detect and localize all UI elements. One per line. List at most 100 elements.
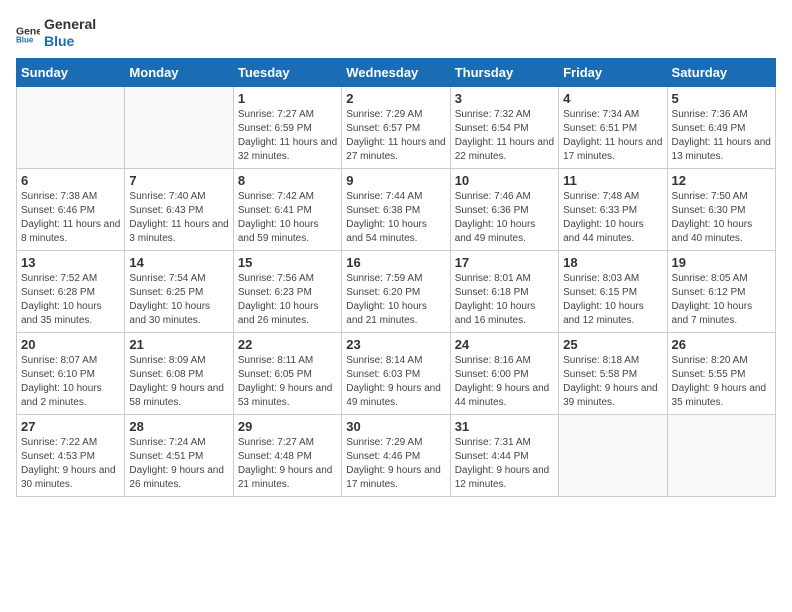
calendar-cell: 12 Sunrise: 7:50 AM Sunset: 6:30 PM Dayli…: [667, 168, 775, 250]
calendar-cell: 29Sunrise: 7:27 AM Sunset: 4:48 PM Dayli…: [233, 414, 341, 496]
svg-text:Blue: Blue: [16, 35, 34, 42]
weekday-header-sunday: Sunday: [17, 58, 125, 86]
calendar-cell: 10 Sunrise: 7:46 AM Sunset: 6:36 PM Dayli…: [450, 168, 558, 250]
day-number: 16: [346, 255, 445, 270]
calendar-cell: 25 Sunrise: 8:18 AM Sunset: 5:58 PM Dayli…: [559, 332, 667, 414]
calendar-week-row: 20 Sunrise: 8:07 AM Sunset: 6:10 PM Dayli…: [17, 332, 776, 414]
day-number: 8: [238, 173, 337, 188]
calendar-cell: 21 Sunrise: 8:09 AM Sunset: 6:08 PM Dayli…: [125, 332, 233, 414]
day-number: 12: [672, 173, 771, 188]
day-info: Sunrise: 7:42 AM Sunset: 6:41 PM Dayligh…: [238, 190, 337, 246]
calendar-cell: 17Sunrise: 8:01 AM Sunset: 6:18 PM Dayli…: [450, 250, 558, 332]
calendar-header-row: SundayMondayTuesdayWednesdayThursdayFrid…: [17, 58, 776, 86]
calendar-cell: 13 Sunrise: 7:52 AM Sunset: 6:28 PM Dayli…: [17, 250, 125, 332]
day-number: 7: [129, 173, 228, 188]
day-number: 31: [455, 419, 554, 434]
day-number: 29: [238, 419, 337, 434]
weekday-header-tuesday: Tuesday: [233, 58, 341, 86]
calendar-cell: 31 Sunrise: 7:31 AM Sunset: 4:44 PM Dayli…: [450, 414, 558, 496]
day-info: Sunrise: 8:03 AM Sunset: 6:15 PM Dayligh…: [563, 272, 662, 328]
calendar-cell: 22 Sunrise: 8:11 AM Sunset: 6:05 PM Dayli…: [233, 332, 341, 414]
day-number: 1: [238, 91, 337, 106]
day-info: Sunrise: 7:56 AM Sunset: 6:23 PM Dayligh…: [238, 272, 337, 328]
calendar-week-row: 13 Sunrise: 7:52 AM Sunset: 6:28 PM Dayli…: [17, 250, 776, 332]
day-number: 17: [455, 255, 554, 270]
day-number: 24: [455, 337, 554, 352]
calendar-cell: 23 Sunrise: 8:14 AM Sunset: 6:03 PM Dayli…: [342, 332, 450, 414]
calendar-cell: 7 Sunrise: 7:40 AM Sunset: 6:43 PM Daylig…: [125, 168, 233, 250]
day-number: 11: [563, 173, 662, 188]
calendar-cell: 30Sunrise: 7:29 AM Sunset: 4:46 PM Dayli…: [342, 414, 450, 496]
day-number: 14: [129, 255, 228, 270]
logo-blue-text: Blue: [44, 33, 96, 50]
day-number: 27: [21, 419, 120, 434]
day-number: 20: [21, 337, 120, 352]
calendar-cell: 24 Sunrise: 8:16 AM Sunset: 6:00 PM Dayli…: [450, 332, 558, 414]
day-number: 25: [563, 337, 662, 352]
day-number: 21: [129, 337, 228, 352]
day-number: 23: [346, 337, 445, 352]
day-number: 26: [672, 337, 771, 352]
day-number: 2: [346, 91, 445, 106]
calendar-cell: 18 Sunrise: 8:03 AM Sunset: 6:15 PM Dayli…: [559, 250, 667, 332]
day-info: Sunrise: 7:46 AM Sunset: 6:36 PM Dayligh…: [455, 190, 554, 246]
calendar-cell: 6 Sunrise: 7:38 AM Sunset: 6:46 PM Daylig…: [17, 168, 125, 250]
day-number: 10: [455, 173, 554, 188]
day-number: 5: [672, 91, 771, 106]
day-info: Sunrise: 8:05 AM Sunset: 6:12 PM Dayligh…: [672, 272, 771, 328]
calendar-cell: 11 Sunrise: 7:48 AM Sunset: 6:33 PM Dayli…: [559, 168, 667, 250]
calendar-cell: 9Sunrise: 7:44 AM Sunset: 6:38 PM Daylig…: [342, 168, 450, 250]
day-info: Sunrise: 8:18 AM Sunset: 5:58 PM Dayligh…: [563, 354, 662, 410]
weekday-header-saturday: Saturday: [667, 58, 775, 86]
day-number: 22: [238, 337, 337, 352]
calendar-week-row: 1 Sunrise: 7:27 AM Sunset: 6:59 PM Daylig…: [17, 86, 776, 168]
day-number: 18: [563, 255, 662, 270]
calendar-cell: 19 Sunrise: 8:05 AM Sunset: 6:12 PM Dayli…: [667, 250, 775, 332]
day-info: Sunrise: 8:07 AM Sunset: 6:10 PM Dayligh…: [21, 354, 120, 410]
calendar-cell: 15Sunrise: 7:56 AM Sunset: 6:23 PM Dayli…: [233, 250, 341, 332]
day-info: Sunrise: 8:20 AM Sunset: 5:55 PM Dayligh…: [672, 354, 771, 410]
calendar-cell: 28 Sunrise: 7:24 AM Sunset: 4:51 PM Dayli…: [125, 414, 233, 496]
calendar-cell: [125, 86, 233, 168]
calendar-cell: [559, 414, 667, 496]
day-number: 9: [346, 173, 445, 188]
day-info: Sunrise: 7:29 AM Sunset: 4:46 PM Dayligh…: [346, 436, 445, 492]
weekday-header-monday: Monday: [125, 58, 233, 86]
calendar-week-row: 27Sunrise: 7:22 AM Sunset: 4:53 PM Dayli…: [17, 414, 776, 496]
day-number: 13: [21, 255, 120, 270]
calendar-cell: [17, 86, 125, 168]
calendar-cell: 3 Sunrise: 7:32 AM Sunset: 6:54 PM Daylig…: [450, 86, 558, 168]
day-info: Sunrise: 7:24 AM Sunset: 4:51 PM Dayligh…: [129, 436, 228, 492]
day-info: Sunrise: 8:16 AM Sunset: 6:00 PM Dayligh…: [455, 354, 554, 410]
day-info: Sunrise: 8:09 AM Sunset: 6:08 PM Dayligh…: [129, 354, 228, 410]
day-number: 6: [21, 173, 120, 188]
day-info: Sunrise: 7:36 AM Sunset: 6:49 PM Dayligh…: [672, 108, 771, 164]
weekday-header-friday: Friday: [559, 58, 667, 86]
day-info: Sunrise: 7:50 AM Sunset: 6:30 PM Dayligh…: [672, 190, 771, 246]
calendar-cell: 8 Sunrise: 7:42 AM Sunset: 6:41 PM Daylig…: [233, 168, 341, 250]
weekday-header-thursday: Thursday: [450, 58, 558, 86]
day-info: Sunrise: 7:40 AM Sunset: 6:43 PM Dayligh…: [129, 190, 228, 246]
calendar-cell: 5 Sunrise: 7:36 AM Sunset: 6:49 PM Daylig…: [667, 86, 775, 168]
day-info: Sunrise: 7:38 AM Sunset: 6:46 PM Dayligh…: [21, 190, 120, 246]
weekday-header-wednesday: Wednesday: [342, 58, 450, 86]
day-info: Sunrise: 7:48 AM Sunset: 6:33 PM Dayligh…: [563, 190, 662, 246]
logo-general-text: General: [44, 16, 96, 33]
calendar-cell: 4Sunrise: 7:34 AM Sunset: 6:51 PM Daylig…: [559, 86, 667, 168]
day-number: 19: [672, 255, 771, 270]
logo-icon: General Blue: [16, 23, 40, 43]
day-number: 28: [129, 419, 228, 434]
calendar-table: SundayMondayTuesdayWednesdayThursdayFrid…: [16, 58, 776, 497]
day-info: Sunrise: 7:31 AM Sunset: 4:44 PM Dayligh…: [455, 436, 554, 492]
calendar-cell: 26 Sunrise: 8:20 AM Sunset: 5:55 PM Dayli…: [667, 332, 775, 414]
calendar-cell: 16 Sunrise: 7:59 AM Sunset: 6:20 PM Dayli…: [342, 250, 450, 332]
day-number: 3: [455, 91, 554, 106]
day-info: Sunrise: 7:32 AM Sunset: 6:54 PM Dayligh…: [455, 108, 554, 164]
day-info: Sunrise: 8:11 AM Sunset: 6:05 PM Dayligh…: [238, 354, 337, 410]
calendar-cell: 20 Sunrise: 8:07 AM Sunset: 6:10 PM Dayli…: [17, 332, 125, 414]
day-info: Sunrise: 7:27 AM Sunset: 6:59 PM Dayligh…: [238, 108, 337, 164]
day-info: Sunrise: 7:52 AM Sunset: 6:28 PM Dayligh…: [21, 272, 120, 328]
day-info: Sunrise: 7:54 AM Sunset: 6:25 PM Dayligh…: [129, 272, 228, 328]
day-info: Sunrise: 8:14 AM Sunset: 6:03 PM Dayligh…: [346, 354, 445, 410]
day-info: Sunrise: 7:59 AM Sunset: 6:20 PM Dayligh…: [346, 272, 445, 328]
